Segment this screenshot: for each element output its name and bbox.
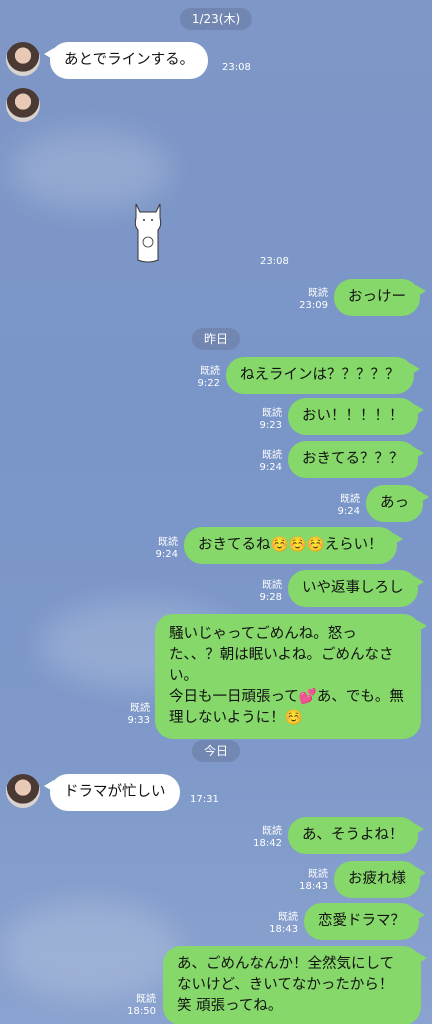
read-status: 既読 9:24 xyxy=(337,494,360,517)
message-text: 騒いじゃってごめんね。怒った、、？朝は眠いよね。ごめんなさい。 xyxy=(169,626,394,684)
message-bubble-outgoing[interactable]: おい！！！！！ xyxy=(288,398,423,435)
message-bubble-outgoing[interactable]: おきてる？？？ xyxy=(288,441,423,478)
message-time: 17:31 xyxy=(190,794,219,805)
message-bubble-outgoing[interactable]: 騒いじゃってごめんね。怒った、、？朝は眠いよね。ごめんなさい。 今日も一日頑張っ… xyxy=(155,614,427,739)
read-status: 既読 9:22 xyxy=(197,366,220,389)
read-status: 既読 18:42 xyxy=(253,826,282,849)
read-status: 既読 18:50 xyxy=(127,994,156,1017)
cat-sticker-icon[interactable] xyxy=(128,198,168,268)
message-bubble-outgoing[interactable]: ねえラインは？？？？？ xyxy=(226,357,419,394)
message-text: 今日も一日頑張って💕あ、でも。無理しないように！☺️ xyxy=(169,689,404,726)
message-bubble-outgoing[interactable]: いや返事しろし xyxy=(288,570,423,607)
message-bubble-outgoing[interactable]: 恋愛ドラマ？ xyxy=(304,903,425,940)
avatar[interactable] xyxy=(6,42,40,76)
read-status: 既読 18:43 xyxy=(299,869,328,892)
read-status: 既読 9:33 xyxy=(127,703,150,726)
message-bubble-outgoing[interactable]: おっけー xyxy=(334,279,426,316)
message-bubble-outgoing[interactable]: おきてるね☺️☺️☺️えらい！ xyxy=(184,527,403,564)
read-status: 既読 18:43 xyxy=(269,912,298,935)
avatar[interactable] xyxy=(6,774,40,808)
date-separator: 今日 xyxy=(191,740,241,762)
read-status: 既読 9:28 xyxy=(259,580,282,603)
read-status: 既読 23:09 xyxy=(299,288,328,311)
message-time: 23:08 xyxy=(222,62,251,73)
avatar[interactable] xyxy=(6,88,40,122)
read-status: 既読 9:24 xyxy=(155,537,178,560)
message-bubble-outgoing[interactable]: あ、ごめんなんか！全然気にしてないけど、きいてなかったから！笑 頑張ってね。 xyxy=(163,946,427,1024)
message-bubble-incoming[interactable]: あとでラインする。 xyxy=(43,42,209,79)
message-bubble-outgoing[interactable]: あ、そうよね！ xyxy=(288,817,423,854)
message-bubble-incoming[interactable]: ドラマが忙しい xyxy=(44,774,180,811)
read-status: 既読 9:24 xyxy=(259,450,282,473)
message-bubble-outgoing[interactable]: あっ xyxy=(366,485,429,522)
read-status: 既読 9:23 xyxy=(259,408,282,431)
date-separator: 1/23(木) xyxy=(179,8,253,30)
message-time: 23:08 xyxy=(260,256,289,267)
message-bubble-outgoing[interactable]: お疲れ様 xyxy=(334,861,426,898)
date-separator: 昨日 xyxy=(191,328,241,350)
